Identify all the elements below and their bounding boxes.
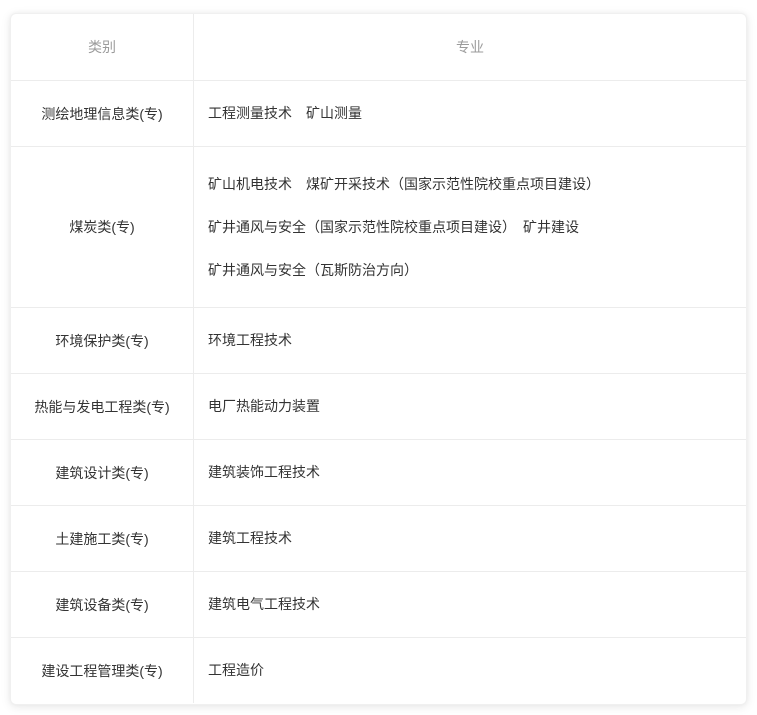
table-header-row: 类别 专业 [11,14,746,80]
table-row: 建筑设计类(专) 建筑装饰工程技术 [11,439,746,505]
major-line: 工程造价 [208,662,264,678]
major-cell: 矿山机电技术 煤矿开采技术（国家示范性院校重点项目建设） 矿井通风与安全（国家示范… [194,147,746,307]
category-cell: 建设工程管理类(专) [11,638,194,703]
major-cell: 建筑工程技术 [194,506,746,571]
major-line: 环境工程技术 [208,332,292,348]
header-major: 专业 [456,39,484,55]
major-line: 工程测量技术 矿山测量 [208,105,362,121]
header-category: 类别 [11,14,194,80]
major-line: 建筑工程技术 [208,530,292,546]
major-line: 矿井通风与安全（瓦斯防治方向） [208,261,418,278]
table-row: 煤炭类(专) 矿山机电技术 煤矿开采技术（国家示范性院校重点项目建设） 矿井通风与安… [11,146,746,307]
category-major-table: 类别 专业 测绘地理信息类(专) 工程测量技术 矿山测量 煤炭类(专) 矿山机电技术 … [10,13,747,705]
category-cell: 建筑设备类(专) [11,572,194,637]
major-cell: 工程测量技术 矿山测量 [194,81,746,146]
table-row: 建筑设备类(专) 建筑电气工程技术 [11,571,746,637]
major-cell: 建筑装饰工程技术 [194,440,746,505]
major-cell: 环境工程技术 [194,308,746,373]
table-row: 测绘地理信息类(专) 工程测量技术 矿山测量 [11,80,746,146]
table-row: 土建施工类(专) 建筑工程技术 [11,505,746,571]
table-row: 环境保护类(专) 环境工程技术 [11,307,746,373]
major-cell: 建筑电气工程技术 [194,572,746,637]
table-row: 建设工程管理类(专) 工程造价 [11,637,746,703]
major-line: 建筑装饰工程技术 [208,464,320,480]
table-row: 热能与发电工程类(专) 电厂热能动力装置 [11,373,746,439]
category-cell: 热能与发电工程类(专) [11,374,194,439]
category-cell: 土建施工类(专) [11,506,194,571]
category-cell: 环境保护类(专) [11,308,194,373]
table-body: 测绘地理信息类(专) 工程测量技术 矿山测量 煤炭类(专) 矿山机电技术 煤矿开采技术… [11,80,746,703]
category-cell: 煤炭类(专) [11,147,194,307]
major-cell: 工程造价 [194,638,746,703]
major-cell: 电厂热能动力装置 [194,374,746,439]
category-cell: 测绘地理信息类(专) [11,81,194,146]
major-line: 矿井通风与安全（国家示范性院校重点项目建设） 矿井建设 [208,218,579,235]
major-line: 建筑电气工程技术 [208,596,320,612]
major-line: 电厂热能动力装置 [208,398,320,414]
category-cell: 建筑设计类(专) [11,440,194,505]
major-line: 矿山机电技术 煤矿开采技术（国家示范性院校重点项目建设） [208,175,600,192]
